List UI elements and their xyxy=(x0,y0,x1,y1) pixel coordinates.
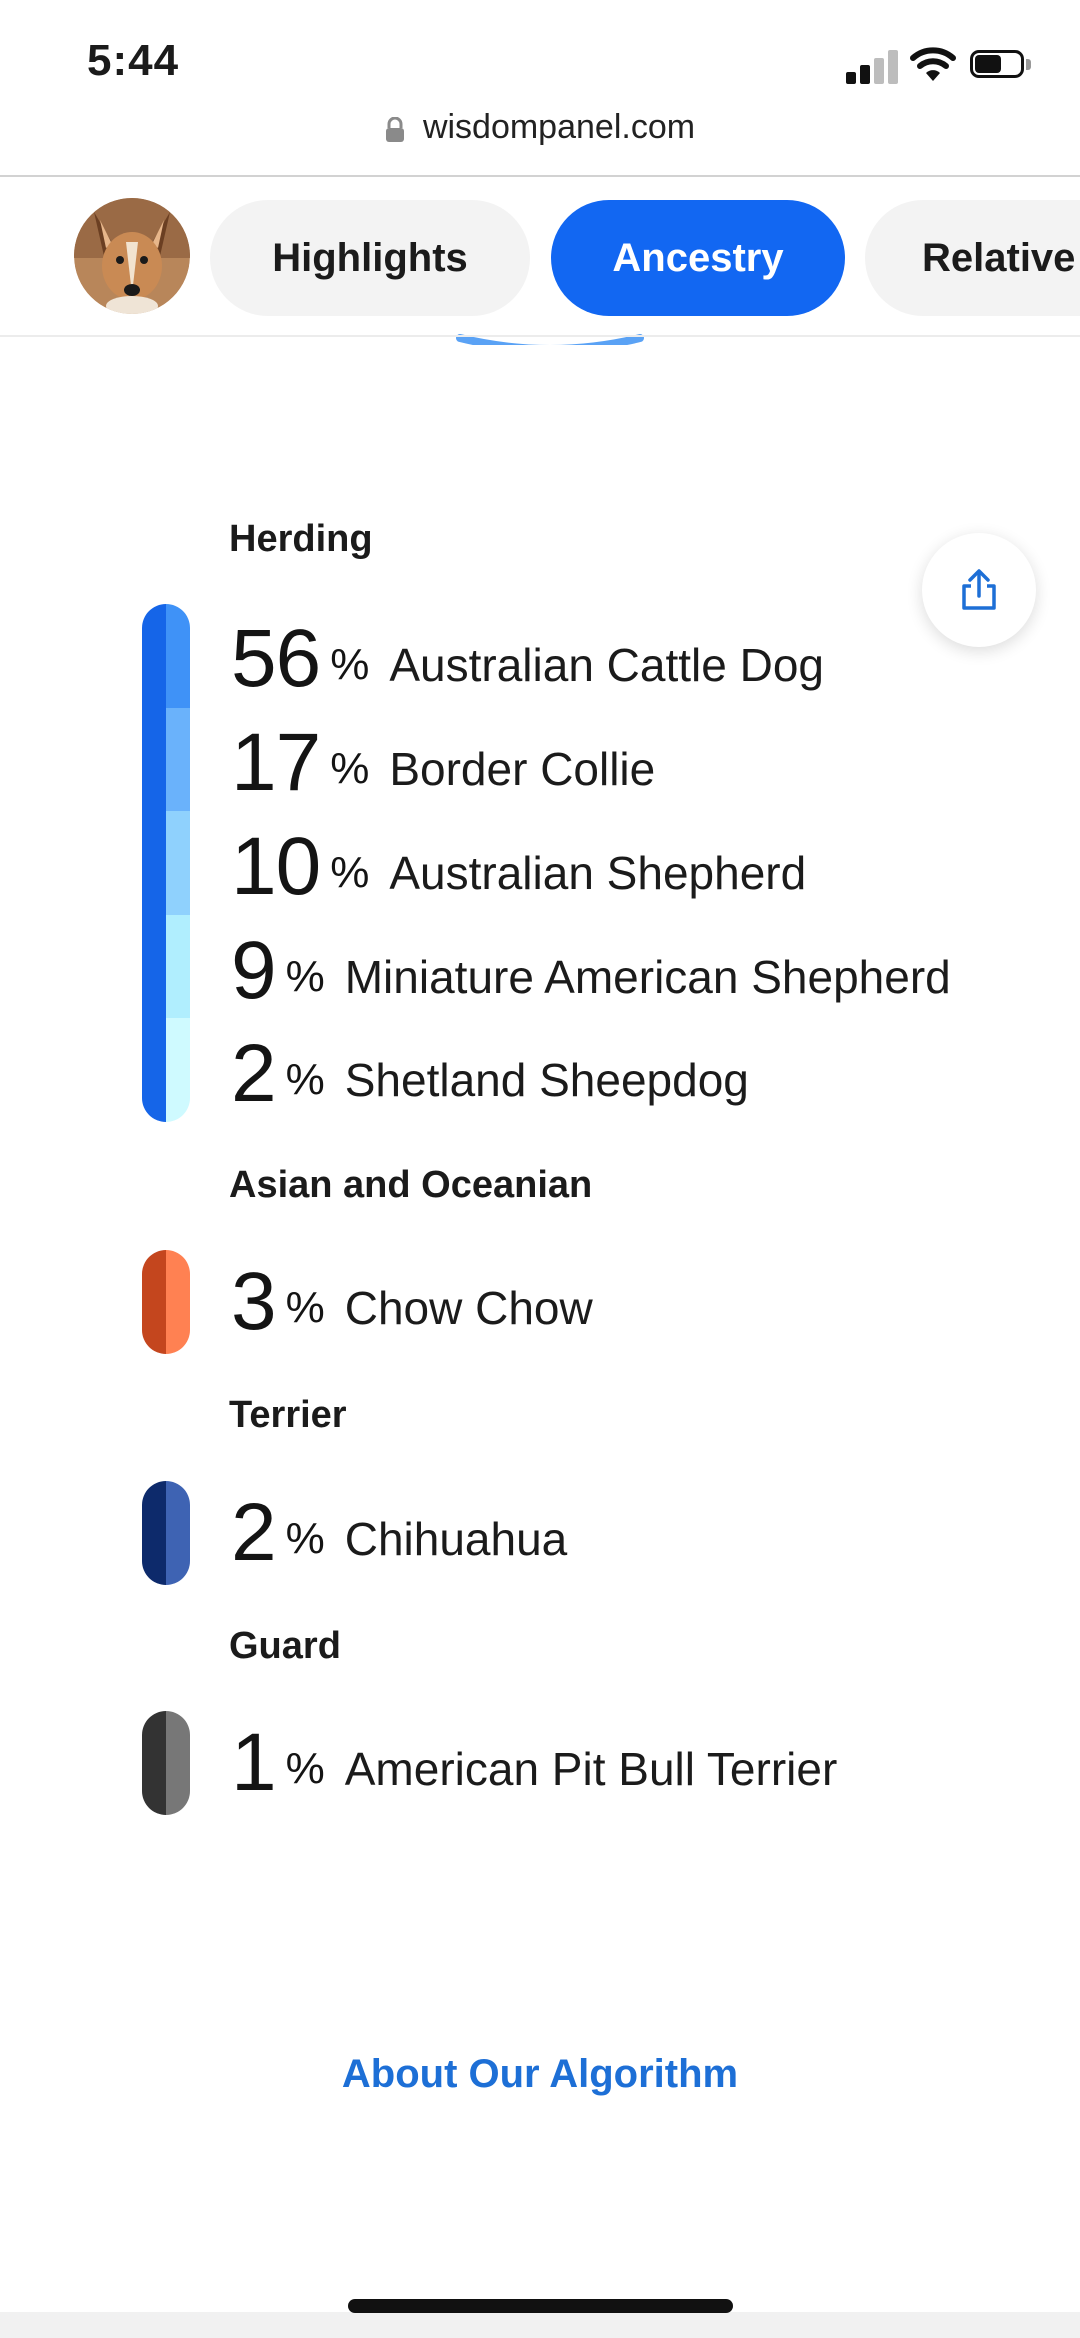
breed-row-chow-chow: 3 % Chow Chow xyxy=(231,1250,593,1354)
breed-percent: 2 xyxy=(231,1487,277,1578)
breed-name: American Pit Bull Terrier xyxy=(344,1743,838,1795)
bottom-toolbar-edge xyxy=(0,2312,1080,2338)
breed-row-australian-cattle-dog: 56 % Australian Cattle Dog xyxy=(231,607,824,711)
about-our-algorithm-link[interactable]: About Our Algorithm xyxy=(0,2052,1080,2097)
wifi-icon xyxy=(910,47,956,81)
lock-icon xyxy=(385,116,404,142)
tab-ancestry[interactable]: Ancestry xyxy=(551,200,845,316)
breed-name: Australian Shepherd xyxy=(389,847,807,899)
breed-row-shetland-sheepdog: 2 % Shetland Sheepdog xyxy=(231,1022,749,1126)
group-title-guard: Guard xyxy=(229,1625,341,1667)
breed-name: Chihuahua xyxy=(344,1513,568,1565)
group-title-terrier: Terrier xyxy=(229,1394,347,1436)
breed-row-border-collie: 17 % Border Collie xyxy=(231,711,655,815)
url-domain: wisdompanel.com xyxy=(422,108,696,146)
breed-percent: 56 xyxy=(231,613,321,704)
share-button[interactable] xyxy=(922,533,1036,647)
percent-sign: % xyxy=(285,1055,325,1104)
breed-percent: 1 xyxy=(231,1717,277,1808)
breed-row-miniature-american-shepherd: 9 % Miniature American Shepherd xyxy=(231,919,951,1023)
percent-sign: % xyxy=(285,1744,325,1793)
breed-percent: 9 xyxy=(231,925,277,1016)
cellular-signal-icon xyxy=(846,48,898,84)
breed-name: Miniature American Shepherd xyxy=(344,951,951,1003)
group-title-herding: Herding xyxy=(229,518,373,560)
home-indicator[interactable] xyxy=(348,2299,733,2313)
breed-name: Shetland Sheepdog xyxy=(344,1054,749,1106)
battery-icon xyxy=(970,50,1034,80)
breed-percent: 17 xyxy=(231,717,321,808)
tab-highlights[interactable]: Highlights xyxy=(210,200,530,316)
breed-percent: 10 xyxy=(231,821,321,912)
percent-sign: % xyxy=(330,744,370,793)
breed-percent: 2 xyxy=(231,1028,277,1119)
percent-sign: % xyxy=(330,848,370,897)
breed-name: Chow Chow xyxy=(344,1282,593,1334)
breed-name: Border Collie xyxy=(389,743,656,795)
group-title-asian-oceanian: Asian and Oceanian xyxy=(229,1164,593,1206)
share-icon xyxy=(962,569,996,610)
breed-percent: 3 xyxy=(231,1256,277,1347)
asian-oceanian-color-bar xyxy=(142,1250,190,1354)
percent-sign: % xyxy=(330,640,370,689)
percent-sign: % xyxy=(285,1514,325,1563)
status-time: 5:44 xyxy=(87,36,180,85)
percent-sign: % xyxy=(285,1283,325,1332)
herding-color-bar xyxy=(142,604,190,1122)
breed-name: Australian Cattle Dog xyxy=(389,639,825,691)
url-bar[interactable]: wisdompanel.com xyxy=(0,108,1080,174)
dog-avatar[interactable] xyxy=(74,198,190,314)
percent-sign: % xyxy=(285,952,325,1001)
tab-bar-divider xyxy=(0,335,1080,337)
breed-row-american-pit-bull-terrier: 1 % American Pit Bull Terrier xyxy=(231,1711,837,1815)
breed-row-chihuahua: 2 % Chihuahua xyxy=(231,1481,567,1585)
guard-color-bar xyxy=(142,1711,190,1815)
status-bar: 5:44 xyxy=(0,0,1080,100)
terrier-color-bar xyxy=(142,1481,190,1585)
tab-relatives[interactable]: Relative xyxy=(865,200,1080,316)
breed-row-australian-shepherd: 10 % Australian Shepherd xyxy=(231,815,806,919)
donut-chart-arc-fragment xyxy=(456,334,644,345)
